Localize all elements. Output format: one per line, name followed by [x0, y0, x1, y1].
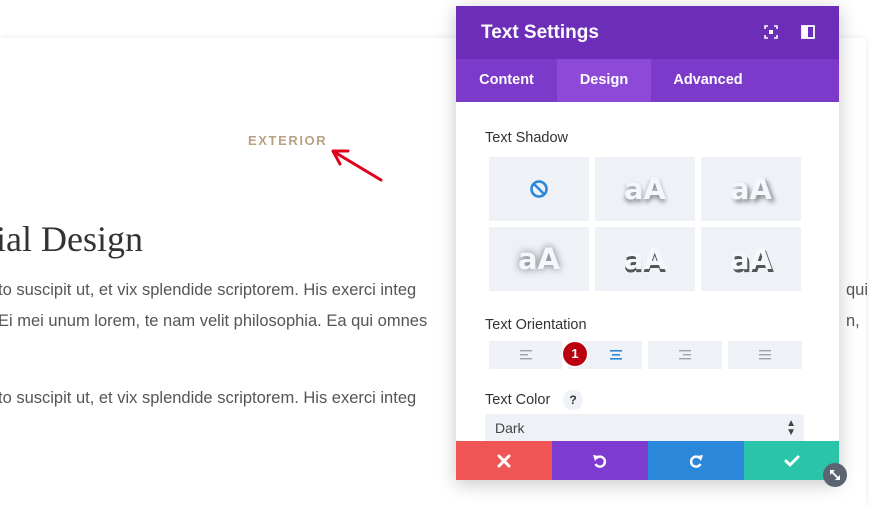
paragraph-overflow-text: qui — [846, 281, 869, 299]
section-heading: ial Design — [0, 219, 143, 259]
tab-advanced[interactable]: Advanced — [651, 59, 765, 102]
step-number-badge: 1 — [563, 342, 587, 366]
body-paragraph-line: Ei mei unum lorem, te nam velit philosop… — [0, 312, 428, 330]
text-shadow-option[interactable]: aA — [489, 227, 589, 291]
text-shadow-none-option[interactable] — [489, 157, 589, 221]
align-justify-button[interactable] — [728, 341, 802, 369]
modal-body: Text Shadow aA aA aA aA aA Text Orientat… — [456, 102, 839, 447]
discard-button[interactable] — [456, 441, 552, 480]
resize-handle[interactable] — [823, 463, 847, 487]
align-right-button[interactable] — [648, 341, 722, 369]
tab-content[interactable]: Content — [456, 59, 557, 102]
body-paragraph-line: to suscipit ut, et vix splendide scripto… — [0, 389, 417, 407]
shadow-preview-text: aA — [729, 242, 772, 276]
shadow-preview-text: aA — [517, 242, 560, 276]
text-orientation-label: Text Orientation — [485, 317, 587, 333]
tab-design[interactable]: Design — [557, 59, 651, 102]
expand-icon[interactable] — [763, 24, 779, 40]
modal-title: Text Settings — [481, 22, 599, 43]
text-shadow-label: Text Shadow — [485, 130, 569, 146]
redo-icon — [689, 454, 703, 468]
align-justify-icon — [759, 350, 771, 360]
help-icon[interactable]: ? — [563, 390, 583, 410]
text-color-label: Text Color — [485, 392, 551, 408]
modal-footer — [456, 441, 839, 480]
check-icon — [784, 455, 799, 466]
text-settings-modal: Text Settings Content Design Advanced Te… — [456, 6, 839, 480]
body-paragraph-line: to suscipit ut, et vix splendide scripto… — [0, 281, 417, 299]
modal-tabs: Content Design Advanced — [456, 59, 839, 102]
text-color-select[interactable]: Dark ▲ ▼ — [485, 414, 804, 442]
shadow-preview-text: aA — [729, 172, 772, 206]
shadow-preview-text: aA — [623, 242, 666, 276]
redo-button[interactable] — [648, 441, 744, 480]
sidebar-layout-icon[interactable] — [800, 24, 816, 40]
text-shadow-option[interactable]: aA — [701, 157, 801, 221]
text-shadow-option[interactable]: aA — [595, 157, 695, 221]
undo-button[interactable] — [552, 441, 648, 480]
select-arrows-icon: ▲ ▼ — [786, 418, 796, 438]
annotation-arrow-icon — [331, 149, 383, 182]
modal-header: Text Settings — [456, 6, 839, 59]
section-eyebrow: EXTERIOR — [248, 133, 328, 148]
no-shadow-icon — [530, 180, 548, 198]
close-icon — [497, 454, 511, 467]
paragraph-overflow-text: n, — [846, 312, 860, 330]
undo-icon — [593, 454, 607, 468]
text-color-value: Dark — [495, 420, 525, 436]
align-center-icon — [610, 350, 622, 360]
align-left-icon — [519, 350, 532, 360]
align-left-button[interactable] — [489, 341, 562, 369]
text-shadow-option[interactable]: aA — [701, 227, 801, 291]
shadow-preview-text: aA — [623, 172, 666, 206]
align-right-icon — [679, 350, 691, 360]
resize-arrows-icon — [830, 470, 840, 480]
text-shadow-option[interactable]: aA — [595, 227, 695, 291]
